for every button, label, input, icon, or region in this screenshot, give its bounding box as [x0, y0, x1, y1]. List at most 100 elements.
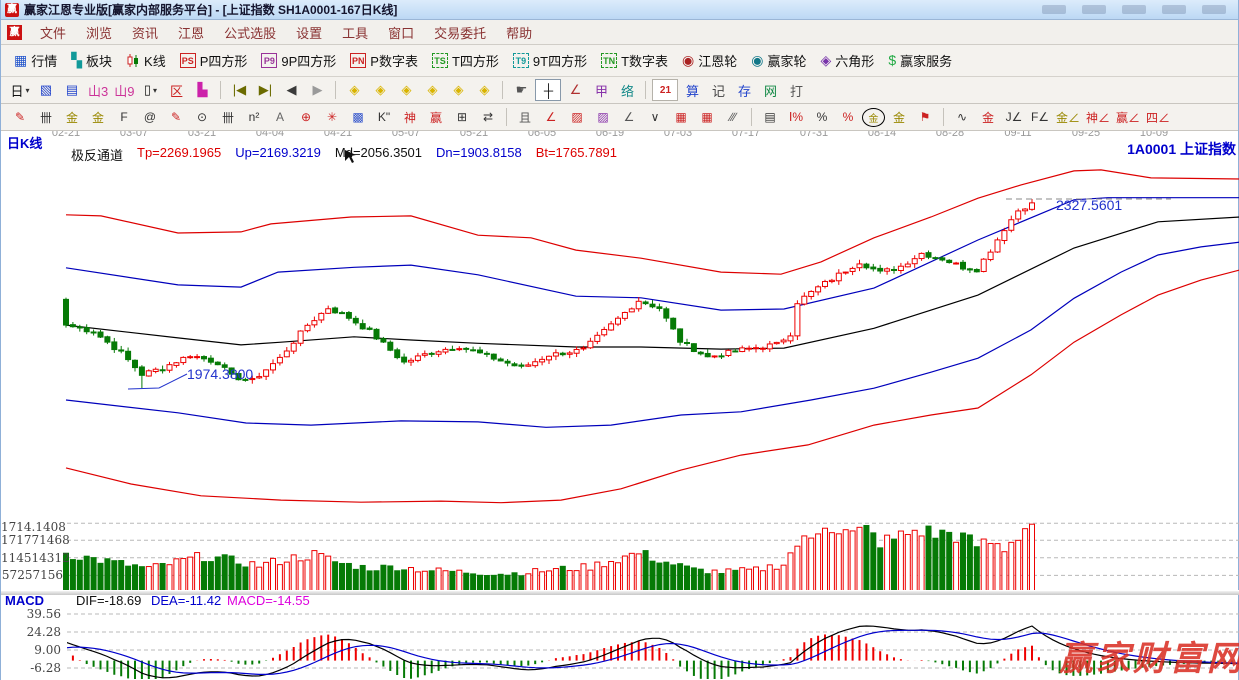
k-quote-tool[interactable]: K": [372, 107, 396, 127]
multi-chart-icon[interactable]: ▧: [34, 80, 58, 100]
flag-tool[interactable]: ⚑: [913, 107, 937, 127]
n2-tool[interactable]: n²: [242, 107, 266, 127]
menu-item-设置[interactable]: 设置: [286, 23, 332, 42]
titlebar-item-4[interactable]: [1202, 5, 1226, 14]
gold-b-tool[interactable]: 金: [86, 107, 110, 127]
v-tool[interactable]: ∨: [643, 107, 667, 127]
box-tool[interactable]: 且: [513, 107, 537, 127]
width-tool[interactable]: ⇄: [476, 107, 500, 127]
next-bar-button[interactable]: ▶: [305, 80, 329, 100]
menu-item-文件[interactable]: 文件: [30, 23, 76, 42]
print-icon[interactable]: 打: [784, 80, 808, 100]
hexagon-button[interactable]: ◈六角形: [814, 49, 882, 73]
percent-line-tool[interactable]: Ⅰ%: [784, 107, 808, 127]
angle-tool[interactable]: ∠: [563, 80, 587, 100]
ruler2-tool[interactable]: 卌: [216, 107, 240, 127]
period-day-dropdown[interactable]: 日▾: [8, 80, 32, 100]
circle-cross-tool[interactable]: ⊕: [294, 107, 318, 127]
red-grid-tool[interactable]: ▦: [669, 107, 693, 127]
t-square-button[interactable]: TST四方形: [425, 49, 506, 73]
diamond-left-tool[interactable]: ◈: [342, 80, 366, 100]
menu-item-资讯[interactable]: 资讯: [122, 23, 168, 42]
calculator-icon[interactable]: 算: [680, 80, 704, 100]
menu-item-窗口[interactable]: 窗口: [378, 23, 424, 42]
hand-tool[interactable]: ☛: [509, 80, 533, 100]
mirror-tool[interactable]: A: [268, 107, 292, 127]
9t-square-button[interactable]: T99T四方形: [506, 49, 594, 73]
notes-icon[interactable]: 记: [706, 80, 730, 100]
net-tool[interactable]: 络: [615, 80, 639, 100]
menu-item-江恩[interactable]: 江恩: [168, 23, 214, 42]
f-angle-tool[interactable]: F∠: [1028, 107, 1052, 127]
red-grid2-tool[interactable]: ▦: [695, 107, 719, 127]
gold-angle-tool[interactable]: 金∠: [1054, 107, 1082, 127]
titlebar-item-0[interactable]: [1042, 5, 1066, 14]
titlebar-item-2[interactable]: [1122, 5, 1146, 14]
calendar-icon[interactable]: 21: [652, 79, 678, 101]
menu-item-交易委托[interactable]: 交易委托: [424, 23, 496, 42]
jia-tool[interactable]: 甲: [589, 80, 613, 100]
prev-bar-button[interactable]: ◀: [279, 80, 303, 100]
candle-style-dropdown[interactable]: ▯▾: [138, 80, 162, 100]
menu-item-公式选股[interactable]: 公式选股: [214, 23, 286, 42]
save-icon[interactable]: 存: [732, 80, 756, 100]
gold-circle-tool[interactable]: 金: [862, 108, 885, 127]
t-table-button[interactable]: TNT数字表: [594, 49, 675, 73]
gold-red-tool[interactable]: 金: [976, 107, 1000, 127]
gann-box-red-tool[interactable]: ▨: [565, 107, 589, 127]
gann-wheel-button[interactable]: ◉江恩轮: [675, 49, 744, 73]
percent-red-tool[interactable]: %: [836, 107, 860, 127]
crosshair-tool[interactable]: ┼: [535, 79, 561, 101]
chart-9-icon[interactable]: 山9: [112, 80, 136, 100]
titlebar-item-1[interactable]: [1082, 5, 1106, 14]
blue-grid-tool[interactable]: ▩: [346, 107, 370, 127]
menu-item-帮助[interactable]: 帮助: [496, 23, 542, 42]
web-icon[interactable]: 网: [758, 80, 782, 100]
spiral-tool[interactable]: @: [138, 107, 162, 127]
angle-lines-tool[interactable]: ∠: [617, 107, 641, 127]
four-angle-tool[interactable]: 四∠: [1144, 107, 1172, 127]
sectors-button[interactable]: ▚板块: [64, 49, 119, 73]
diamond-cross-tool[interactable]: ◈: [420, 80, 444, 100]
stats-tool[interactable]: ▤: [758, 107, 782, 127]
last-bar-button[interactable]: ▶|: [253, 80, 277, 100]
j-angle-tool[interactable]: J∠: [1002, 107, 1026, 127]
compass-tool[interactable]: ⊙: [190, 107, 214, 127]
grid-123-tool[interactable]: ⊞: [450, 107, 474, 127]
fan-tool[interactable]: ∠: [539, 107, 563, 127]
menu-item-浏览[interactable]: 浏览: [76, 23, 122, 42]
red-pen-tool[interactable]: ✎: [164, 107, 188, 127]
menu-item-工具[interactable]: 工具: [332, 23, 378, 42]
diamond-right-tool[interactable]: ◈: [368, 80, 392, 100]
first-bar-button[interactable]: |◀: [227, 80, 251, 100]
pen-tool[interactable]: ✎: [8, 107, 32, 127]
kline-button[interactable]: K线: [119, 49, 173, 73]
zigzag-icon[interactable]: 区: [164, 80, 188, 100]
ying-angle-tool[interactable]: 赢∠: [1114, 107, 1142, 127]
wave-tool[interactable]: ∿: [950, 107, 974, 127]
slash-lines-tool[interactable]: ∕∕∕: [721, 107, 745, 127]
f-square-tool[interactable]: F: [112, 107, 136, 127]
winner-wheel-button[interactable]: ◉赢家轮: [744, 49, 813, 73]
pane-splitter[interactable]: [1, 590, 1239, 595]
service-button[interactable]: $赢家服务: [881, 49, 959, 73]
ruler-tool[interactable]: 卌: [34, 107, 58, 127]
quotes-button[interactable]: ▦行情: [7, 49, 64, 73]
titlebar-item-3[interactable]: [1162, 5, 1186, 14]
star-grid-tool[interactable]: ✳: [320, 107, 344, 127]
info-panel-icon[interactable]: ▤: [60, 80, 84, 100]
hist-flag-icon[interactable]: ▙: [190, 80, 214, 100]
shen-tool[interactable]: 神: [398, 107, 422, 127]
p-table-button[interactable]: PNP数字表: [343, 49, 425, 73]
gold-a-tool[interactable]: 金: [60, 107, 84, 127]
diamond-move-tool[interactable]: ◈: [472, 80, 496, 100]
p-square-button[interactable]: PSP四方形: [173, 49, 255, 73]
diamond-expand-tool[interactable]: ◈: [446, 80, 470, 100]
gann-box-purple-tool[interactable]: ▨: [591, 107, 615, 127]
gold-lines-tool[interactable]: 金: [887, 107, 911, 127]
chart-3-icon[interactable]: 山3: [86, 80, 110, 100]
shen-angle-tool[interactable]: 神∠: [1084, 107, 1112, 127]
diamond-hline-tool[interactable]: ◈: [394, 80, 418, 100]
ying-tool[interactable]: 赢: [424, 107, 448, 127]
9p-square-button[interactable]: P99P四方形: [254, 49, 343, 73]
